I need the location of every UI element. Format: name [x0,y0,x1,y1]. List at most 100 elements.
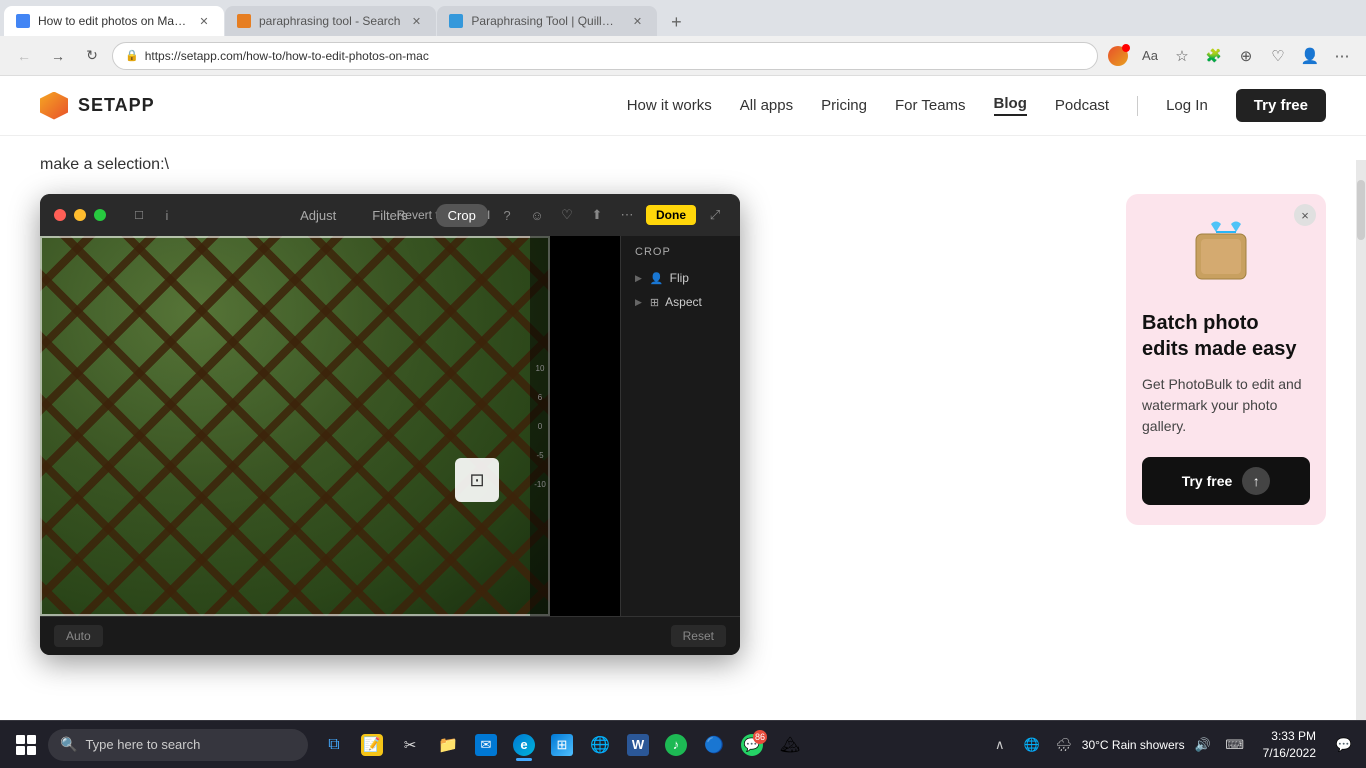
mac-auto-button[interactable]: Auto [54,625,103,647]
taskbar-apps: ⧉ 📝 ✂ 📁 ✉ e ⊞ 🌐 W [316,727,808,763]
address-bar[interactable]: 🔒 https://setapp.com/how-to/how-to-edit-… [112,42,1098,70]
nav-login[interactable]: Log In [1166,97,1208,114]
edge-icon: e [513,734,535,756]
tab1-title: How to edit photos on Mac 202... [38,14,188,28]
sidebar-crop-title: CROP [631,246,730,258]
mac-minimize-btn[interactable] [74,209,86,221]
ad-try-button[interactable]: Try free ↑ [1142,457,1310,505]
ad-close-button[interactable]: × [1294,204,1316,226]
logo-text: SETAPP [78,95,155,116]
nav-try-button[interactable]: Try free [1236,89,1326,122]
tab2-close[interactable]: ✕ [408,13,424,29]
win-square-4 [27,746,36,755]
nav-blog[interactable]: Blog [994,95,1027,116]
taskbar-ms-store[interactable]: ⊞ [544,727,580,763]
site-logo[interactable]: SETAPP [40,92,155,120]
taskbar-google[interactable]: 🔵 [696,727,732,763]
read-aloud-icon[interactable]: Aa [1136,42,1164,70]
taskbar-search-box[interactable]: 🔍 Type here to search [48,729,308,761]
taskbar-whatsapp[interactable]: 💬 86 [734,727,770,763]
taskbar-email[interactable]: ✉ [468,727,504,763]
taskbar-spotify[interactable]: ♪ [658,727,694,763]
tab3-close[interactable]: ✕ [629,13,645,29]
mac-share-icon[interactable]: ⬆ [586,204,608,226]
browser-tab-1[interactable]: How to edit photos on Mac 202... ✕ [4,6,224,36]
heart-icon[interactable]: ♡ [1264,42,1292,70]
nav-how-it-works[interactable]: How it works [627,97,712,114]
taskbar-file-explorer[interactable]: 📁 [430,727,466,763]
taskbar-right: ∧ 🌐 🌧 30°C Rain showers 🔊 ⌨ 3:33 PM 7/16… [986,728,1358,762]
new-tab-button[interactable]: + [662,8,690,36]
site-header: SETAPP How it works All apps Pricing For… [0,76,1366,136]
google-icon: 🔵 [703,734,725,756]
browser-tab-3[interactable]: Paraphrasing Tool | QuillBot AI ✕ [437,6,657,36]
email-icon: ✉ [475,734,497,756]
reload-button[interactable]: ↻ [78,42,106,70]
ruler-right: 1060-5-10 [530,236,550,616]
mac-checkbox-icon[interactable]: ☐ [128,204,150,226]
mac-toolbar-icons: ☐ i [128,204,178,226]
nav-all-apps[interactable]: All apps [740,97,793,114]
ad-try-label: Try free [1182,473,1233,489]
nav-for-teams[interactable]: For Teams [895,97,966,114]
favorites-star-icon[interactable]: ☆ [1168,42,1196,70]
mac-face-icon[interactable]: ☺ [526,204,548,226]
mac-help-icon[interactable]: ? [496,204,518,226]
windows-logo [16,735,36,755]
scroll-thumb[interactable] [1357,180,1365,240]
flip-chevron: ▶ [635,273,642,284]
content-area: make a selection:\ ☐ i [0,136,1366,768]
tab1-close[interactable]: ✕ [196,13,212,29]
browser-extension-icon[interactable]: 🧩 [1200,42,1228,70]
weather-icon[interactable]: 🌧 [1050,731,1078,759]
taskbar-task-view[interactable]: ⧉ [316,727,352,763]
speaker-icon[interactable]: 🔊 [1189,731,1217,759]
taskbar-sticky-notes[interactable]: 📝 [354,727,390,763]
taskbar-search-icon: 🔍 [60,736,77,753]
sidebar-aspect-item[interactable]: ▶ ⊞ Aspect [631,290,730,314]
keyboard-icon[interactable]: ⌨ [1221,731,1249,759]
chevron-up-icon[interactable]: ∧ [986,731,1014,759]
mac-heart-icon[interactable]: ♡ [556,204,578,226]
mac-nav-adjust[interactable]: Adjust [292,204,344,227]
back-button[interactable]: ← [10,42,38,70]
mac-nav-filters[interactable]: Filters [364,204,415,227]
notification-dot [1122,44,1130,52]
mac-fullscreen-btn[interactable] [94,209,106,221]
taskbar-chrome[interactable]: 🌐 [582,727,618,763]
mac-info-icon[interactable]: i [156,204,178,226]
crop-selection-box[interactable] [40,236,550,616]
nav-podcast[interactable]: Podcast [1055,97,1109,114]
ad-title: Batch photo edits made easy [1142,310,1310,362]
mac-done-button[interactable]: Done [646,205,696,225]
mac-close-btn[interactable] [54,209,66,221]
mac-nav-crop[interactable]: Crop [436,204,488,227]
collections-icon[interactable]: ⊕ [1232,42,1260,70]
win-square-1 [16,735,25,744]
browser-tab-2[interactable]: paraphrasing tool - Search ✕ [225,6,436,36]
taskbar-photos[interactable]: 🏔 [772,727,808,763]
mac-expand-icon[interactable]: ⤢ [704,204,726,226]
network-icon[interactable]: 🌐 [1018,731,1046,759]
taskbar-clock[interactable]: 3:33 PM 7/16/2022 [1255,728,1324,762]
start-button[interactable] [8,727,44,763]
mac-window: ☐ i Revert to Original Adjust Filters Cr… [40,194,740,655]
edge-profile-icon[interactable] [1104,42,1132,70]
taskbar-edge[interactable]: e [506,727,542,763]
windows-taskbar: 🔍 Type here to search ⧉ 📝 ✂ 📁 ✉ e ⊞ [0,720,1366,768]
taskbar-snipping[interactable]: ✂ [392,727,428,763]
taskbar-word[interactable]: W [620,727,656,763]
win-square-2 [27,735,36,744]
notification-center-icon[interactable]: 💬 [1330,731,1358,759]
forward-button[interactable]: → [44,42,72,70]
mac-reset-button[interactable]: Reset [671,625,726,647]
photobulk-icon-svg [1186,214,1266,294]
scrollbar[interactable] [1356,160,1366,720]
settings-more-icon[interactable]: ⋯ [1328,42,1356,70]
sidebar-flip-item[interactable]: ▶ 👤 Flip [631,266,730,290]
lock-icon: 🔒 [125,49,139,62]
nav-pricing[interactable]: Pricing [821,97,867,114]
mac-more-icon[interactable]: ⋯ [616,204,638,226]
crop-handle[interactable]: ⊡ [455,458,499,502]
user-profile-icon[interactable]: 👤 [1296,42,1324,70]
